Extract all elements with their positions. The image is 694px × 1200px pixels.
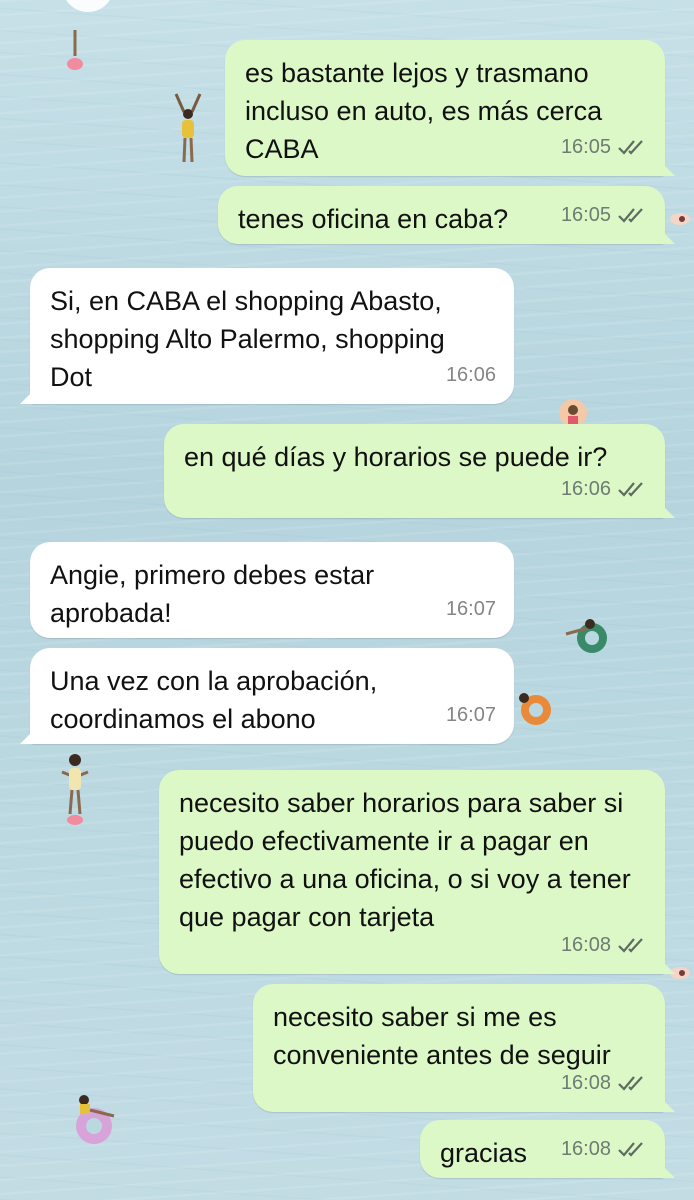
swimmer-decoration <box>510 688 558 728</box>
chat-area[interactable]: es bastante lejos y trasmano incluso en … <box>0 0 694 1200</box>
double-check-icon <box>618 208 643 223</box>
swimmer-decoration <box>60 30 90 74</box>
message-time: 16:07 <box>445 598 496 620</box>
message-meta: 16:08 <box>561 926 647 964</box>
swimmer-decoration <box>70 1090 126 1150</box>
double-check-icon <box>618 1142 643 1157</box>
double-check-icon <box>618 140 643 155</box>
message-text: Si, en CABA el shopping Abasto, shopping… <box>50 286 445 392</box>
double-check-icon <box>618 482 643 497</box>
swimmer-decoration <box>564 612 614 656</box>
message-time: 16:05 <box>560 136 611 158</box>
message-outgoing[interactable]: tenes oficina en caba? 16:05 <box>218 186 675 244</box>
message-time: 16:08 <box>560 1138 611 1160</box>
message-time: 16:06 <box>560 478 611 500</box>
message-outgoing[interactable]: en qué días y horarios se puede ir? 16:0… <box>164 424 675 518</box>
message-incoming[interactable]: Si, en CABA el shopping Abasto, shopping… <box>20 268 514 404</box>
message-meta: 16:07 <box>446 696 496 734</box>
message-incoming[interactable]: Angie, primero debes estar aprobada! 16:… <box>30 542 514 638</box>
swimmer-decoration <box>170 92 206 166</box>
message-text: necesito saber horarios para saber si pu… <box>179 788 631 932</box>
message-text: necesito saber si me es conveniente ante… <box>273 1002 611 1070</box>
message-text: Una vez con la aprobación, coordinamos e… <box>50 666 378 734</box>
message-time: 16:07 <box>445 704 496 726</box>
message-meta: 16:05 <box>561 196 647 234</box>
message-meta: 16:06 <box>446 356 496 394</box>
message-outgoing[interactable]: necesito saber horarios para saber si pu… <box>159 770 675 974</box>
message-outgoing[interactable]: gracias 16:08 <box>420 1120 675 1178</box>
message-meta: 16:08 <box>561 1130 647 1168</box>
message-time: 16:08 <box>560 1072 611 1094</box>
message-meta: 16:07 <box>446 590 496 628</box>
message-meta: 16:08 <box>561 1064 647 1102</box>
double-check-icon <box>618 1076 643 1091</box>
header-avatar-edge <box>62 0 114 12</box>
swimmer-decoration <box>58 752 92 828</box>
message-time: 16:08 <box>560 934 611 956</box>
message-time: 16:05 <box>560 204 611 226</box>
message-meta: 16:06 <box>561 470 647 508</box>
message-meta: 16:05 <box>561 128 647 166</box>
message-text: Angie, primero debes estar aprobada! <box>50 560 375 628</box>
message-outgoing[interactable]: necesito saber si me es conveniente ante… <box>253 984 675 1112</box>
double-check-icon <box>618 938 643 953</box>
message-outgoing[interactable]: es bastante lejos y trasmano incluso en … <box>225 40 675 176</box>
swimmer-decoration <box>668 212 692 226</box>
message-time: 16:06 <box>445 364 496 386</box>
message-incoming[interactable]: Una vez con la aprobación, coordinamos e… <box>20 648 514 744</box>
